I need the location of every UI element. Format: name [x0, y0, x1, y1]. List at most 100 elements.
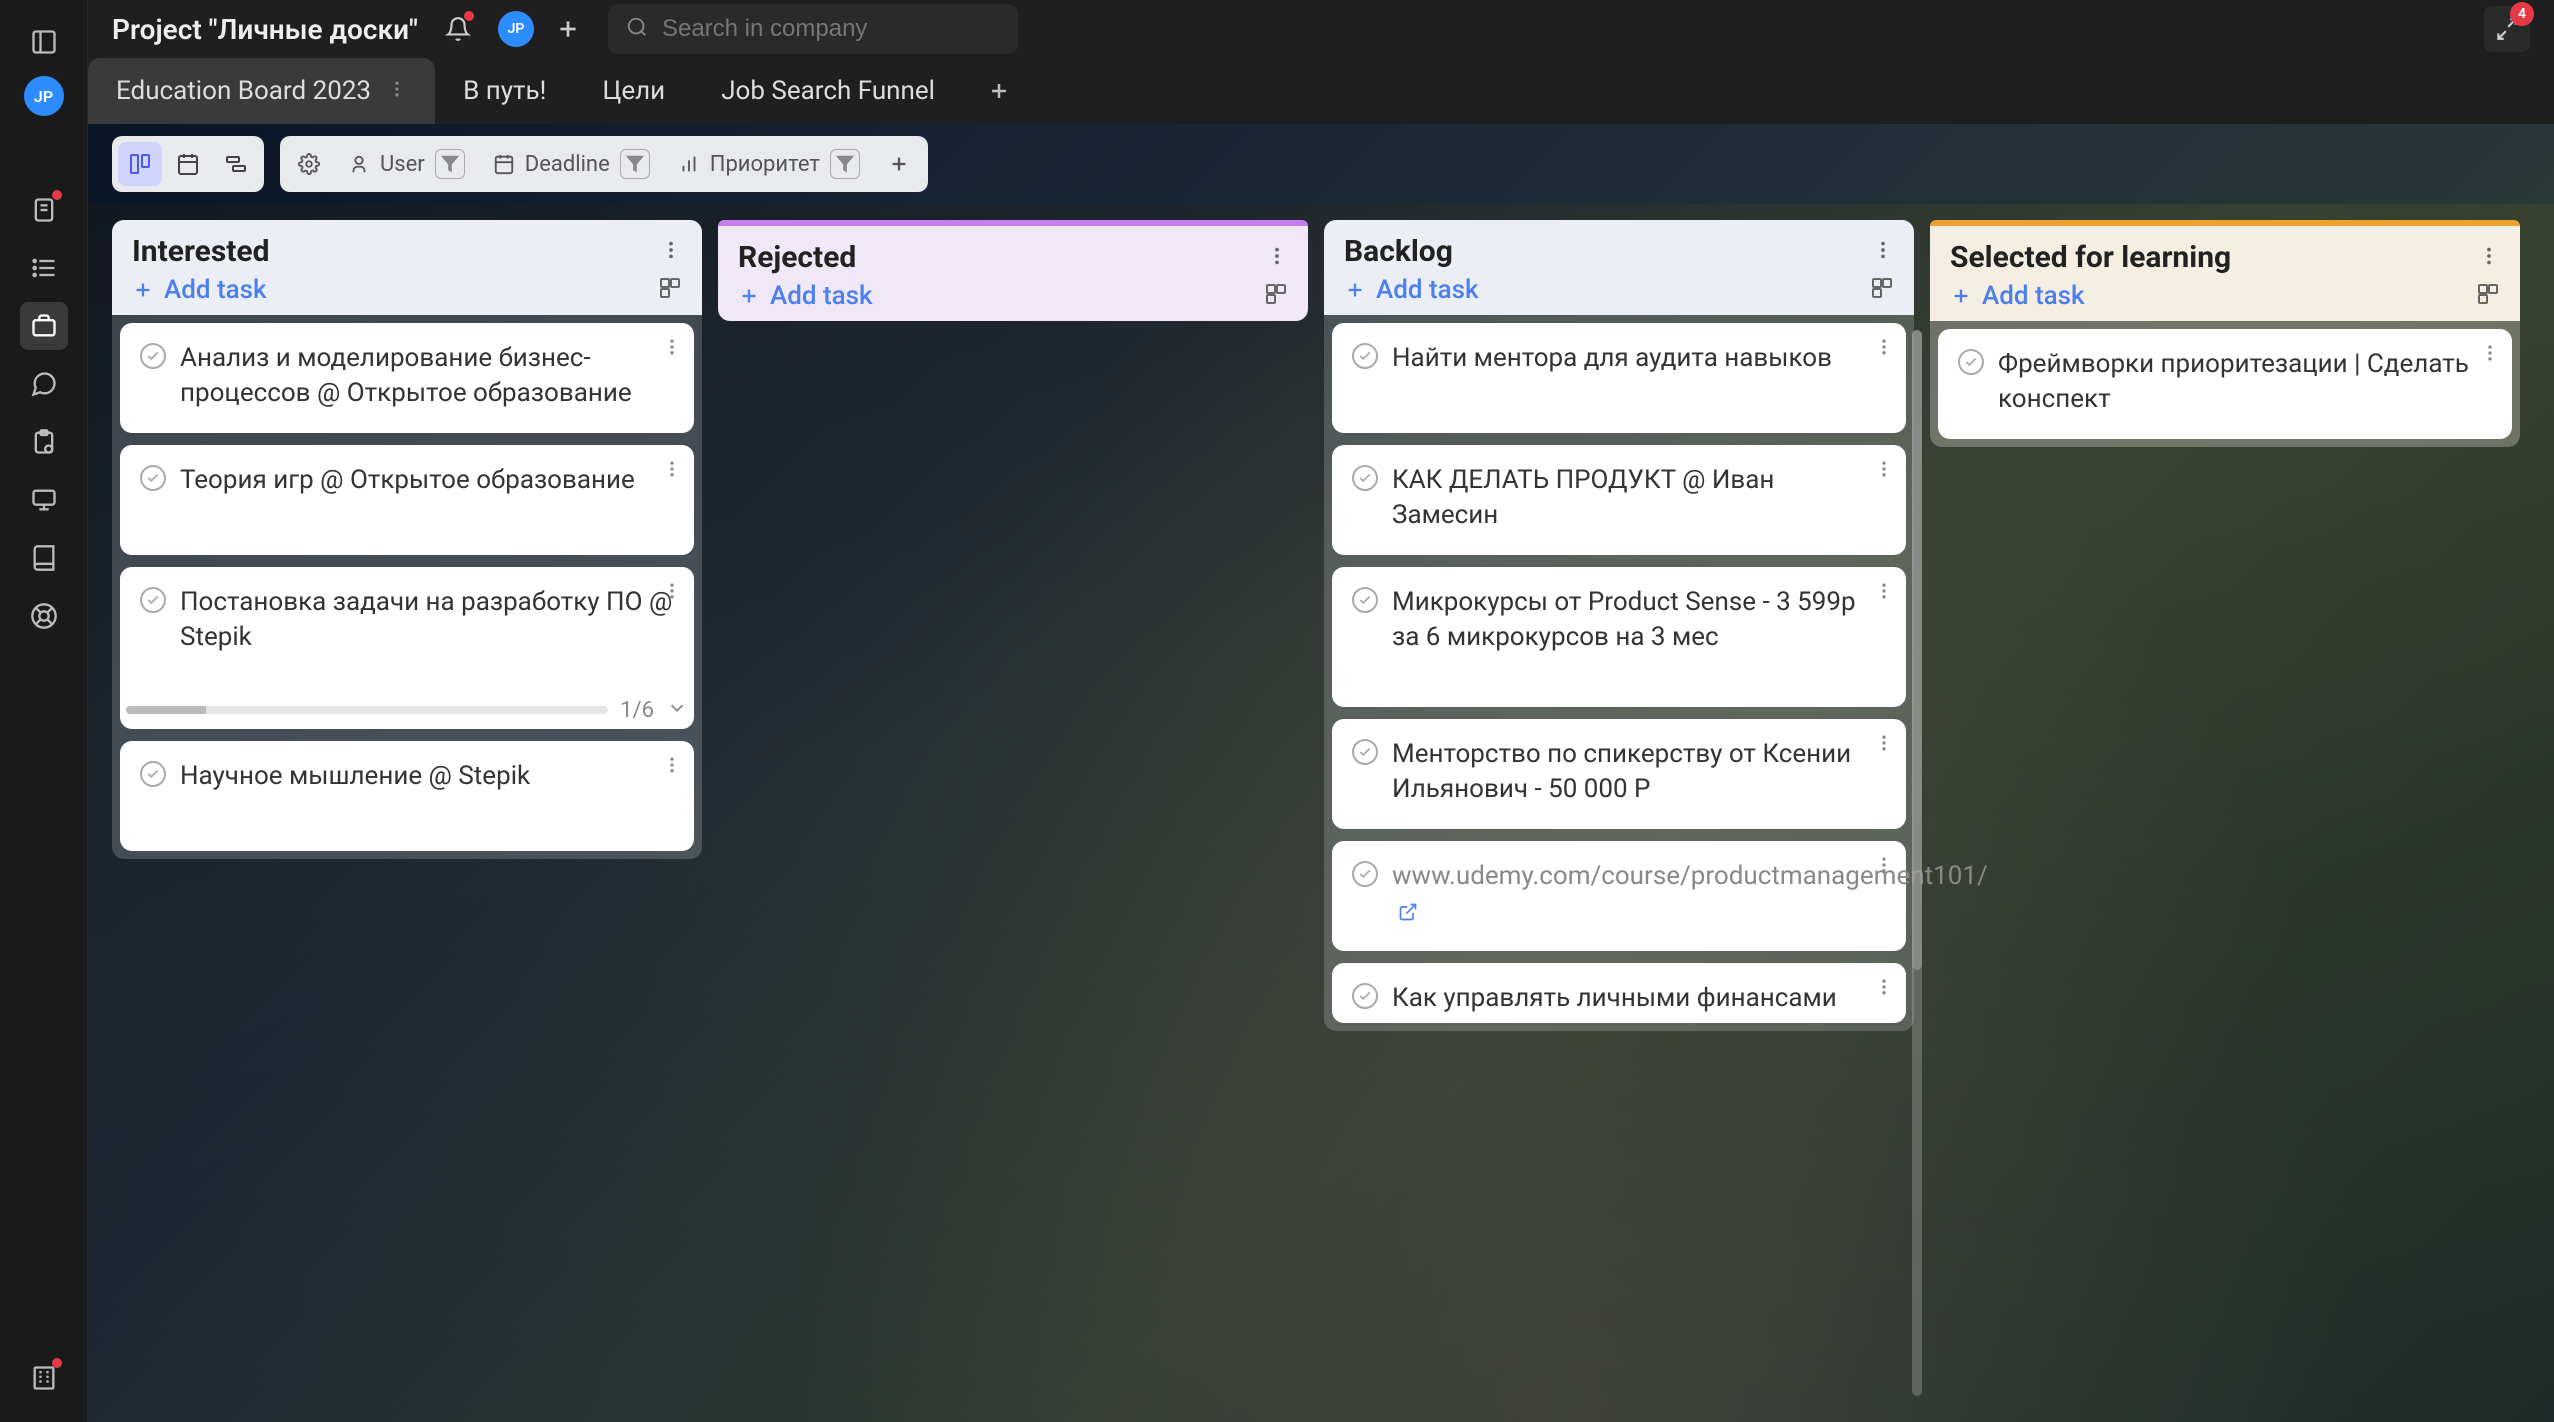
task-card[interactable]: Микрокурсы от Product Sense - 3 599р за … [1332, 567, 1906, 707]
add-tab-button[interactable] [979, 71, 1019, 111]
more-vertical-icon[interactable] [1874, 459, 1894, 483]
more-vertical-icon[interactable] [1874, 337, 1894, 361]
search-input[interactable] [662, 15, 1000, 43]
deadline-filter[interactable]: Deadline [483, 142, 660, 186]
task-card[interactable]: Менторство по спикерству от Ксении Ильян… [1332, 719, 1906, 829]
tab-job-search[interactable]: Job Search Funnel [693, 58, 963, 124]
more-vertical-icon[interactable] [1872, 239, 1894, 265]
more-vertical-icon[interactable] [2478, 245, 2500, 271]
more-vertical-icon[interactable] [1874, 733, 1894, 757]
check-circle-icon[interactable] [140, 761, 166, 787]
external-link-icon[interactable] [1398, 902, 1418, 922]
more-vertical-icon[interactable] [662, 581, 682, 605]
list-icon[interactable] [20, 244, 68, 292]
user-filter[interactable]: User [338, 142, 475, 186]
task-card[interactable]: Научное мышление @ Stepik [120, 741, 694, 851]
more-vertical-icon[interactable] [1874, 977, 1894, 1001]
tab-education-board[interactable]: Education Board 2023 [88, 58, 435, 124]
column-settings-icon[interactable] [658, 276, 682, 304]
card-title: www.udemy.com/course/productmanagement10… [1392, 859, 1988, 933]
filter-label: Приоритет [710, 152, 820, 177]
check-circle-icon[interactable] [1958, 349, 1984, 375]
chat-icon[interactable] [20, 360, 68, 408]
bell-icon[interactable] [438, 9, 478, 49]
filter-icon [620, 149, 650, 179]
search-icon [626, 16, 648, 42]
inbox-icon[interactable]: 4 [2484, 6, 2530, 52]
more-vertical-icon[interactable] [660, 239, 682, 265]
tab-tseli[interactable]: Цели [574, 58, 693, 124]
add-task-label: Add task [164, 275, 267, 305]
card-title: Постановка задачи на разработку ПО @ Ste… [180, 585, 674, 679]
chevron-down-icon[interactable] [666, 697, 688, 723]
plus-icon[interactable] [548, 9, 588, 49]
filter-icon [435, 149, 465, 179]
settings-button[interactable] [288, 142, 330, 186]
more-vertical-icon[interactable] [662, 337, 682, 361]
column-settings-icon[interactable] [1870, 276, 1894, 304]
task-card[interactable]: Найти ментора для аудита навыков [1332, 323, 1906, 433]
briefcase-icon[interactable] [20, 302, 68, 350]
check-circle-icon[interactable] [1352, 465, 1378, 491]
panel-toggle-icon[interactable] [20, 18, 68, 66]
task-card[interactable]: Анализ и моделирование бизнес-процессов … [120, 323, 694, 433]
card-title: КАК ДЕЛАТЬ ПРОДУКТ @ Иван Замесин [1392, 463, 1886, 537]
timeline-view-button[interactable] [214, 142, 258, 186]
task-card[interactable]: КАК ДЕЛАТЬ ПРОДУКТ @ Иван Замесин [1332, 445, 1906, 555]
more-vertical-icon[interactable] [662, 459, 682, 483]
column-header: Rejected Add task [718, 226, 1308, 321]
task-card[interactable]: Теория игр @ Открытое образование [120, 445, 694, 555]
column-settings-icon[interactable] [1264, 282, 1288, 310]
add-task-label: Add task [1376, 275, 1479, 305]
check-circle-icon[interactable] [140, 343, 166, 369]
column-settings-icon[interactable] [2476, 282, 2500, 310]
priority-filter[interactable]: Приоритет [668, 142, 870, 186]
card-title: Менторство по спикерству от Ксении Ильян… [1392, 737, 1886, 811]
progress-bar [126, 706, 608, 714]
add-task-button[interactable]: Add task [132, 275, 267, 305]
column-header: Backlog Add task [1324, 220, 1914, 315]
add-filter-button[interactable] [878, 142, 920, 186]
header-avatar[interactable]: JP [498, 11, 534, 47]
task-card[interactable]: Постановка задачи на разработку ПО @ Ste… [120, 567, 694, 729]
file-icon[interactable] [20, 186, 68, 234]
monitor-icon[interactable] [20, 476, 68, 524]
more-vertical-icon[interactable] [1266, 245, 1288, 271]
more-vertical-icon[interactable] [1874, 855, 1894, 879]
check-circle-icon[interactable] [1352, 739, 1378, 765]
add-task-button[interactable]: Add task [738, 281, 873, 311]
more-vertical-icon[interactable] [387, 76, 407, 106]
tab-v-put[interactable]: В путь! [435, 58, 574, 124]
progress-row: 1/6 [120, 697, 694, 729]
check-circle-icon[interactable] [1352, 343, 1378, 369]
more-vertical-icon[interactable] [1874, 581, 1894, 605]
toolbar: User Deadline Приоритет [88, 124, 2554, 204]
notification-dot [52, 190, 62, 200]
avatar[interactable]: JP [24, 76, 64, 116]
board-view-button[interactable] [118, 142, 162, 186]
column-header: Selected for learning Add task [1930, 226, 2520, 321]
check-circle-icon[interactable] [140, 587, 166, 613]
more-vertical-icon[interactable] [2480, 343, 2500, 367]
clipboard-icon[interactable] [20, 418, 68, 466]
building-icon[interactable] [20, 1354, 68, 1402]
task-card[interactable]: Фреймворки приоритезации | Сделать консп… [1938, 329, 2512, 439]
task-card[interactable]: www.udemy.com/course/productmanagement10… [1332, 841, 1906, 951]
search-box[interactable] [608, 4, 1018, 54]
book-icon[interactable] [20, 534, 68, 582]
scrollbar[interactable] [1912, 330, 1922, 1396]
calendar-view-button[interactable] [166, 142, 210, 186]
task-card[interactable]: Как управлять личными финансами [1332, 963, 1906, 1023]
check-circle-icon[interactable] [140, 465, 166, 491]
add-task-button[interactable]: Add task [1950, 281, 2085, 311]
tab-label: Job Search Funnel [721, 76, 935, 106]
check-circle-icon[interactable] [1352, 861, 1378, 887]
filter-label: Deadline [525, 152, 610, 177]
check-circle-icon[interactable] [1352, 587, 1378, 613]
more-vertical-icon[interactable] [662, 755, 682, 779]
check-circle-icon[interactable] [1352, 983, 1378, 1009]
column-header: Interested Add task [112, 220, 702, 315]
add-task-button[interactable]: Add task [1344, 275, 1479, 305]
column-title: Backlog [1344, 234, 1453, 269]
help-icon[interactable] [20, 592, 68, 640]
